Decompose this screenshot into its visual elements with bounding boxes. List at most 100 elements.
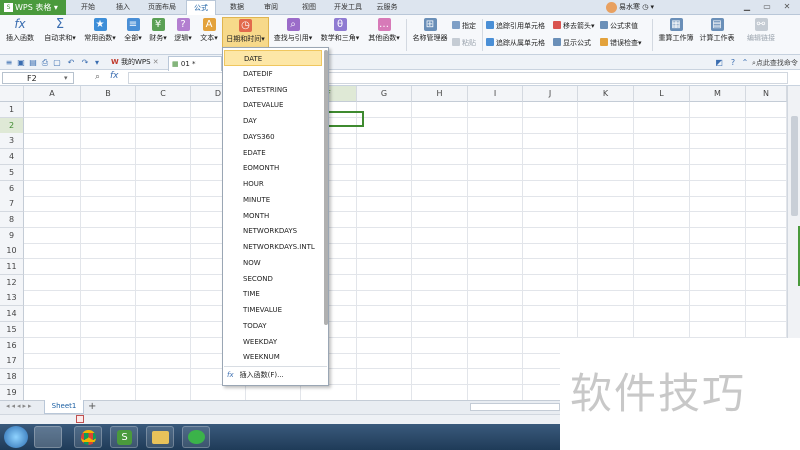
restore-icon[interactable]: ▭ — [760, 1, 774, 13]
tab-cloud[interactable]: 云服务 — [370, 0, 404, 15]
evaluate-formula-button[interactable]: 公式求值 — [600, 20, 638, 32]
tab-developer[interactable]: 开发工具 — [328, 0, 368, 15]
menu-item-eomonth[interactable]: EOMONTH — [224, 160, 322, 176]
tab-review[interactable]: 审阅 — [256, 0, 286, 15]
zoom-icon[interactable]: ⌕ — [95, 72, 100, 82]
menu-icon[interactable]: ≡ — [4, 58, 14, 68]
add-sheet-button[interactable]: + — [88, 400, 96, 413]
row-header[interactable]: 13 — [0, 290, 24, 307]
menu-item-date[interactable]: DATE — [224, 50, 322, 66]
tab-page-layout[interactable]: 页面布局 — [140, 0, 184, 15]
sheet-nav-arrows-icon[interactable]: ◂◂◂▸▸ — [6, 402, 34, 410]
menu-item-weekday[interactable]: WEEKDAY — [224, 334, 322, 350]
user-account[interactable]: 易水寒 ◷ ▾ — [606, 1, 654, 14]
tab-view[interactable]: 视图 — [294, 0, 324, 15]
row-header[interactable]: 18 — [0, 368, 24, 385]
chrome-icon[interactable] — [74, 426, 102, 448]
column-header[interactable]: I — [468, 86, 523, 102]
dropdown-icon[interactable]: ▾ — [92, 58, 102, 68]
row-header[interactable]: 17 — [0, 353, 24, 370]
open-icon[interactable]: ▤ — [28, 58, 38, 68]
calc-sheet-button[interactable]: ▤ 计算工作表 — [696, 17, 738, 53]
undo-icon[interactable]: ↶ — [66, 58, 76, 68]
row-header[interactable]: 10 — [0, 243, 24, 260]
explorer-icon[interactable] — [146, 426, 174, 448]
row-header[interactable]: 3 — [0, 133, 24, 150]
menu-item-weeknum[interactable]: WEEKNUM — [224, 349, 322, 365]
save-icon[interactable]: ▣ — [16, 58, 26, 68]
select-all-corner[interactable] — [0, 86, 24, 102]
taskbar-avatar-icon[interactable] — [34, 426, 62, 448]
show-formulas-button[interactable]: 显示公式 — [553, 37, 591, 49]
tab-my-wps[interactable]: W 我的WPS ✕ — [108, 56, 166, 69]
menu-item-minute[interactable]: MINUTE — [224, 192, 322, 208]
close-tab-icon[interactable]: ✕ — [153, 58, 159, 66]
column-header[interactable]: J — [523, 86, 578, 102]
skin-icon[interactable]: ◩ — [714, 58, 724, 68]
menu-item-timevalue[interactable]: TIMEVALUE — [224, 302, 322, 318]
row-header[interactable]: 15 — [0, 321, 24, 338]
row-header[interactable]: 4 — [0, 149, 24, 166]
row-header[interactable]: 6 — [0, 180, 24, 197]
column-header[interactable]: K — [578, 86, 634, 102]
row-header[interactable]: 9 — [0, 227, 24, 244]
row-header[interactable]: 19 — [0, 384, 24, 400]
preview-icon[interactable]: ▢ — [52, 58, 62, 68]
insert-function-button[interactable]: fx 插入函数 — [2, 17, 38, 53]
macro-record-icon[interactable] — [76, 415, 84, 423]
redo-icon[interactable]: ↷ — [80, 58, 90, 68]
menu-item-today[interactable]: TODAY — [224, 318, 322, 334]
row-header[interactable]: 5 — [0, 164, 24, 181]
remove-arrows-button[interactable]: 移去箭头▾ — [553, 20, 595, 32]
menu-item-networkdays-intl[interactable]: NETWORKDAYS.INTL — [224, 239, 322, 255]
menu-item-hour[interactable]: HOUR — [224, 176, 322, 192]
menu-item-datestring[interactable]: DATESTRING — [224, 82, 322, 98]
menu-item-datedif[interactable]: DATEDIF — [224, 66, 322, 82]
column-header[interactable]: C — [136, 86, 191, 102]
row-header[interactable]: 2 — [0, 117, 24, 134]
tab-home[interactable]: 开始 — [68, 0, 108, 15]
expand-icon[interactable]: ⌃ — [740, 58, 750, 68]
other-functions-button[interactable]: … 其他函数▾ — [364, 17, 404, 53]
error-check-button[interactable]: 错误检查▾ — [600, 37, 642, 49]
menu-item-time[interactable]: TIME — [224, 286, 322, 302]
menu-item-second[interactable]: SECOND — [224, 271, 322, 287]
trace-dependents-button[interactable]: 追踪从属单元格 — [486, 37, 545, 49]
row-header[interactable]: 8 — [0, 211, 24, 228]
minimize-icon[interactable]: ▁ — [740, 1, 754, 13]
tab-data[interactable]: 数据 — [222, 0, 252, 15]
dropdown-scrollbar[interactable] — [324, 50, 328, 325]
row-header[interactable]: 12 — [0, 274, 24, 291]
column-header[interactable]: A — [24, 86, 81, 102]
common-functions-button[interactable]: ★ 常用函数▾ — [80, 17, 120, 53]
insert-function-menu-item[interactable]: fx 插入函数(F)... — [227, 368, 284, 382]
menu-item-networkdays[interactable]: NETWORKDAYS — [224, 223, 322, 239]
menu-item-now[interactable]: NOW — [224, 255, 322, 271]
horizontal-scrollbar[interactable] — [470, 403, 560, 411]
column-header[interactable]: L — [634, 86, 690, 102]
app-menu-button[interactable]: S WPS 表格 ▾ — [0, 0, 66, 15]
column-header[interactable]: N — [746, 86, 787, 102]
tab-document[interactable]: ▦ 01 * — [168, 56, 222, 71]
tab-formula[interactable]: 公式 — [186, 0, 216, 15]
menu-item-month[interactable]: MONTH — [224, 208, 322, 224]
name-box-chevron-icon[interactable]: ▾ — [64, 74, 68, 82]
print-icon[interactable]: ⎙ — [40, 58, 50, 68]
command-search[interactable]: ⌕点此查找命令 — [752, 58, 798, 68]
row-header[interactable]: 16 — [0, 337, 24, 354]
name-manager-button[interactable]: ⊞ 名称管理器 — [410, 17, 450, 53]
column-header[interactable]: H — [412, 86, 468, 102]
specify-button[interactable]: 指定 — [452, 20, 476, 32]
wps-taskbar-icon[interactable]: S — [110, 426, 138, 448]
wechat-icon[interactable] — [182, 426, 210, 448]
edit-links-button[interactable]: ⚯ 编辑链接 — [744, 17, 778, 53]
recalc-workbook-button[interactable]: ▦ 重算工作簿 — [656, 17, 696, 53]
help-icon[interactable]: ? — [728, 58, 738, 68]
menu-item-days360[interactable]: DAYS360 — [224, 129, 322, 145]
column-header[interactable]: M — [690, 86, 746, 102]
text-button[interactable]: A 文本▾ — [197, 17, 221, 53]
column-header[interactable]: B — [81, 86, 136, 102]
finance-button[interactable]: ¥ 财务▾ — [146, 17, 170, 53]
row-header[interactable]: 11 — [0, 259, 24, 275]
logic-button[interactable]: ? 逻辑▾ — [171, 17, 195, 53]
